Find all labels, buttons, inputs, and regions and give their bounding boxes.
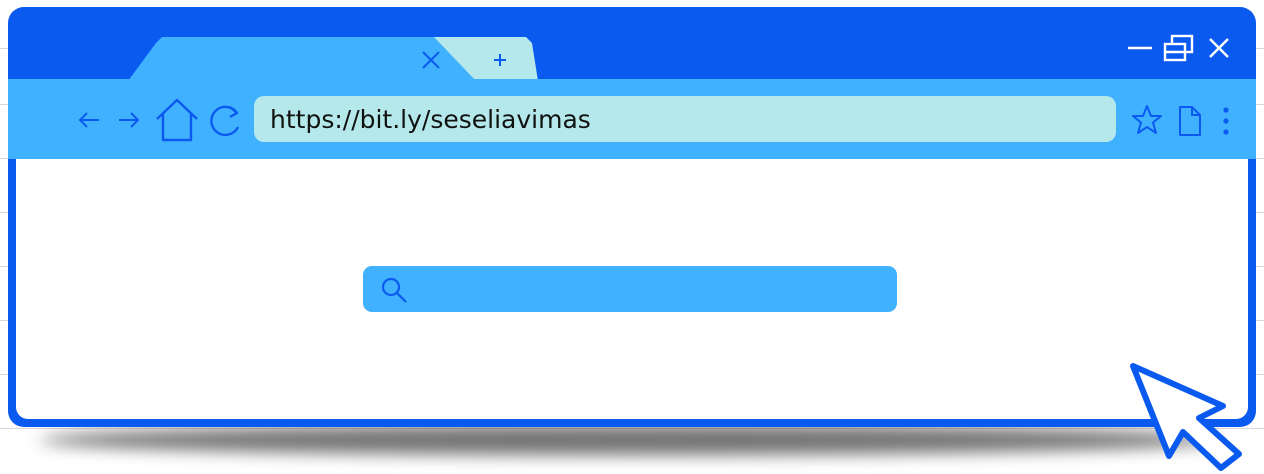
browser-window: https://bit.ly/seseliavimas (8, 7, 1256, 427)
url-text[interactable]: https://bit.ly/seseliavimas (270, 105, 591, 134)
back-arrow-icon[interactable] (76, 109, 102, 131)
plus-icon[interactable] (489, 49, 511, 71)
search-icon (381, 277, 407, 303)
search-input[interactable] (363, 266, 897, 312)
address-bar[interactable]: https://bit.ly/seseliavimas (254, 96, 1116, 142)
star-icon[interactable] (1130, 103, 1164, 137)
page-content (16, 159, 1248, 419)
close-icon[interactable] (418, 47, 444, 73)
page-icon[interactable] (1176, 104, 1204, 138)
restore-icon[interactable] (1162, 33, 1196, 63)
forward-arrow-icon[interactable] (116, 109, 142, 131)
minimize-icon[interactable] (1125, 33, 1155, 63)
mouse-pointer-icon (1130, 363, 1242, 471)
window-shadow (40, 425, 1220, 455)
home-icon[interactable] (154, 95, 200, 145)
close-icon[interactable] (1204, 33, 1234, 63)
kebab-menu-icon[interactable] (1219, 104, 1233, 138)
browser-toolbar: https://bit.ly/seseliavimas (8, 79, 1256, 159)
page: https://bit.ly/seseliavimas (0, 0, 1264, 474)
reload-icon[interactable] (204, 101, 244, 141)
